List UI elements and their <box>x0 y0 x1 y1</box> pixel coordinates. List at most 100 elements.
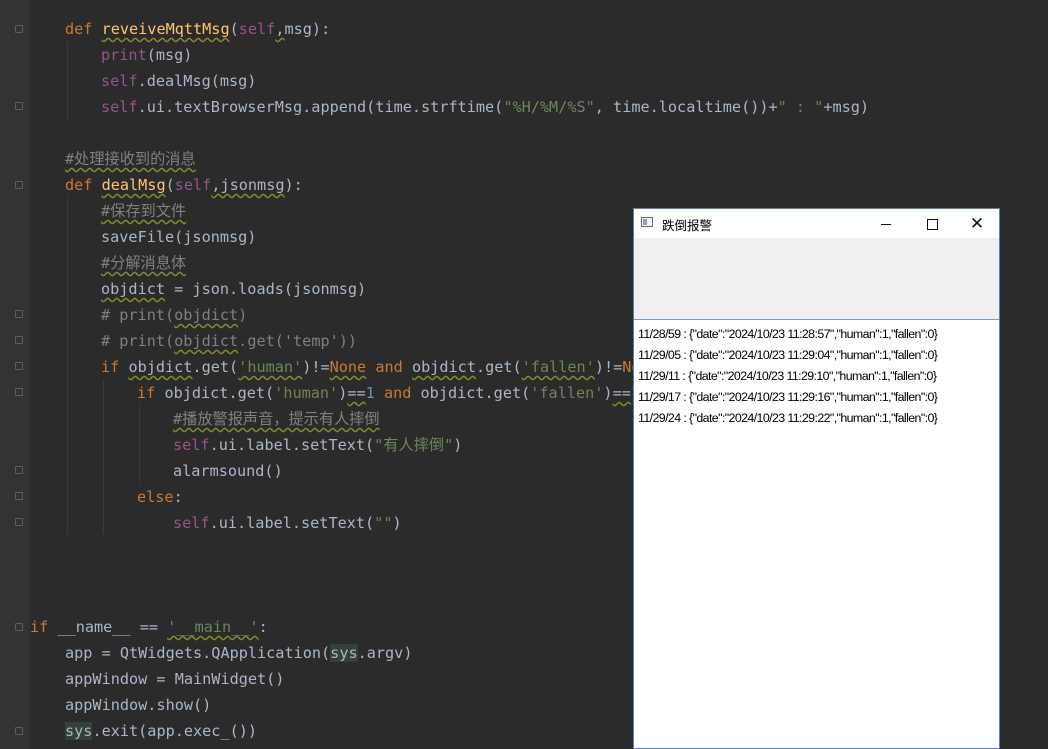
code-token: ) <box>338 384 348 402</box>
code-token: .get( <box>475 358 522 376</box>
code-line[interactable]: alarmsound() <box>173 458 283 484</box>
parameter: jsonmsg <box>220 176 285 194</box>
comment: #处理接收到的消息 <box>65 150 196 168</box>
indent-guide <box>67 42 68 120</box>
code-line[interactable]: #保存到文件 <box>101 198 186 224</box>
code-token: .get( <box>192 358 239 376</box>
code-line[interactable]: if objdict.get('human')==1 and objdict.g… <box>137 380 640 406</box>
indent-guide <box>103 380 104 534</box>
code-token: )!= <box>594 358 623 376</box>
self-keyword: self <box>101 98 138 116</box>
code-token: appWindow.show() <box>65 696 212 714</box>
code-token: +msg) <box>823 98 870 116</box>
code-line[interactable]: objdict = json.loads(jsonmsg) <box>101 276 366 302</box>
keyword: if <box>101 358 129 376</box>
fold-marker[interactable] <box>15 362 23 370</box>
fold-marker[interactable] <box>15 623 23 631</box>
code-line[interactable]: sys.exit(app.exec_()) <box>65 718 257 744</box>
highlighted-symbol: sys <box>65 722 93 740</box>
close-button[interactable]: ✕ <box>954 209 1000 238</box>
message-line: 11/28/59 : {"date":"2024/10/23 11:28:57"… <box>638 327 938 341</box>
fold-marker[interactable] <box>15 336 23 344</box>
code-token: = json.loads(jsonmsg) <box>165 280 367 298</box>
self-keyword: self <box>238 20 276 38</box>
minimize-button[interactable] <box>863 209 909 238</box>
operator: == <box>347 384 366 402</box>
code-token: saveFile(jsonmsg) <box>101 228 257 246</box>
variable: objdict <box>411 358 476 376</box>
code-line[interactable]: self.ui.label.setText("") <box>173 510 402 536</box>
code-line[interactable]: def dealMsg(self,jsonmsg): <box>65 172 303 198</box>
code-line[interactable]: appWindow.show() <box>65 692 211 718</box>
window-titlebar[interactable]: 跌倒报警 ✕ <box>634 209 999 238</box>
code-line[interactable]: if __name__ == '__main__': <box>30 614 268 640</box>
fold-marker[interactable] <box>15 310 23 318</box>
code-token: .dealMsg(msg) <box>137 72 257 90</box>
code-token: ) <box>603 384 613 402</box>
editor-gutter <box>0 0 30 749</box>
code-token: , time.localtime())+ <box>594 98 778 116</box>
parameter: msg <box>284 20 312 38</box>
code-line[interactable]: #播放警报声音，提示有人摔倒 <box>173 406 380 432</box>
self-keyword: self <box>174 176 212 194</box>
highlighted-symbol: sys <box>330 644 358 662</box>
code-line[interactable]: def reveiveMqttMsg(self,msg): <box>65 16 330 42</box>
code-token: : <box>173 488 183 506</box>
code-token: objdict.get( <box>164 384 275 402</box>
close-icon: ✕ <box>969 214 985 233</box>
code-line[interactable]: # print(objdict) <box>101 302 247 328</box>
fold-marker[interactable] <box>15 388 23 396</box>
code-line[interactable]: saveFile(jsonmsg) <box>101 224 256 250</box>
code-line[interactable]: #分解消息体 <box>101 250 186 276</box>
indent-guide <box>139 406 140 482</box>
code-line[interactable]: self.ui.textBrowserMsg.append(time.strft… <box>101 94 869 120</box>
code-line[interactable]: if objdict.get('human')!=None and objdic… <box>101 354 659 380</box>
code-token: ): <box>311 20 331 38</box>
comment: objdict <box>174 332 239 350</box>
code-token: ) <box>392 514 402 532</box>
comment: objdict <box>174 306 239 324</box>
code-token: .ui.label.setText( <box>209 436 375 454</box>
comment: # print( <box>101 306 175 324</box>
keyword: if <box>137 384 165 402</box>
string-literal: '__main__' <box>167 618 259 636</box>
keyword: else <box>137 488 174 506</box>
code-line[interactable]: # print(objdict.get('temp')) <box>101 328 357 354</box>
fall-alarm-window[interactable]: 跌倒报警 ✕ 11/28/59 : {"date":"2024/10/23 11… <box>633 208 1000 749</box>
code-line[interactable]: appWindow = MainWidget() <box>65 666 284 692</box>
code-line[interactable]: self.dealMsg(msg) <box>101 68 256 94</box>
status-label <box>634 238 999 319</box>
fold-marker[interactable] <box>15 518 23 526</box>
fold-marker[interactable] <box>15 466 23 474</box>
code-line[interactable]: app = QtWidgets.QApplication(sys.argv) <box>65 640 412 666</box>
fold-marker[interactable] <box>15 102 23 110</box>
code-token: .ui.textBrowserMsg.append(time.strftime( <box>137 98 504 116</box>
code-line[interactable]: #处理接收到的消息 <box>65 146 196 172</box>
comment: # print( <box>101 332 175 350</box>
code-token: alarmsound() <box>173 462 283 480</box>
code-token: ): <box>284 176 303 194</box>
code-line[interactable]: print(msg) <box>101 42 192 68</box>
string-literal: 'human' <box>274 384 339 402</box>
message-text-browser[interactable]: 11/28/59 : {"date":"2024/10/23 11:28:57"… <box>634 319 999 748</box>
code-token: ( <box>229 20 239 38</box>
fold-marker[interactable] <box>15 727 23 735</box>
fold-marker[interactable] <box>15 181 23 189</box>
code-line[interactable]: self.ui.label.setText("有人摔倒") <box>173 432 462 458</box>
function-name: reveiveMqttMsg <box>101 20 230 38</box>
message-line: 11/29/17 : {"date":"2024/10/23 11:29:16"… <box>638 390 938 404</box>
self-keyword: self <box>173 436 210 454</box>
comment: #分解消息体 <box>101 254 187 272</box>
code-token: (msg) <box>146 46 193 64</box>
code-token: appWindow = MainWidget() <box>65 670 285 688</box>
code-line[interactable]: else: <box>137 484 183 510</box>
fold-marker[interactable] <box>15 25 23 33</box>
message-line: 11/29/05 : {"date":"2024/10/23 11:29:04"… <box>638 348 938 362</box>
number-literal: 1 <box>365 384 375 402</box>
keyword: and <box>375 358 403 376</box>
fold-marker[interactable] <box>15 492 23 500</box>
code-token: ) <box>453 436 463 454</box>
code-token: __name__ == <box>48 618 168 636</box>
maximize-button[interactable] <box>909 209 955 238</box>
